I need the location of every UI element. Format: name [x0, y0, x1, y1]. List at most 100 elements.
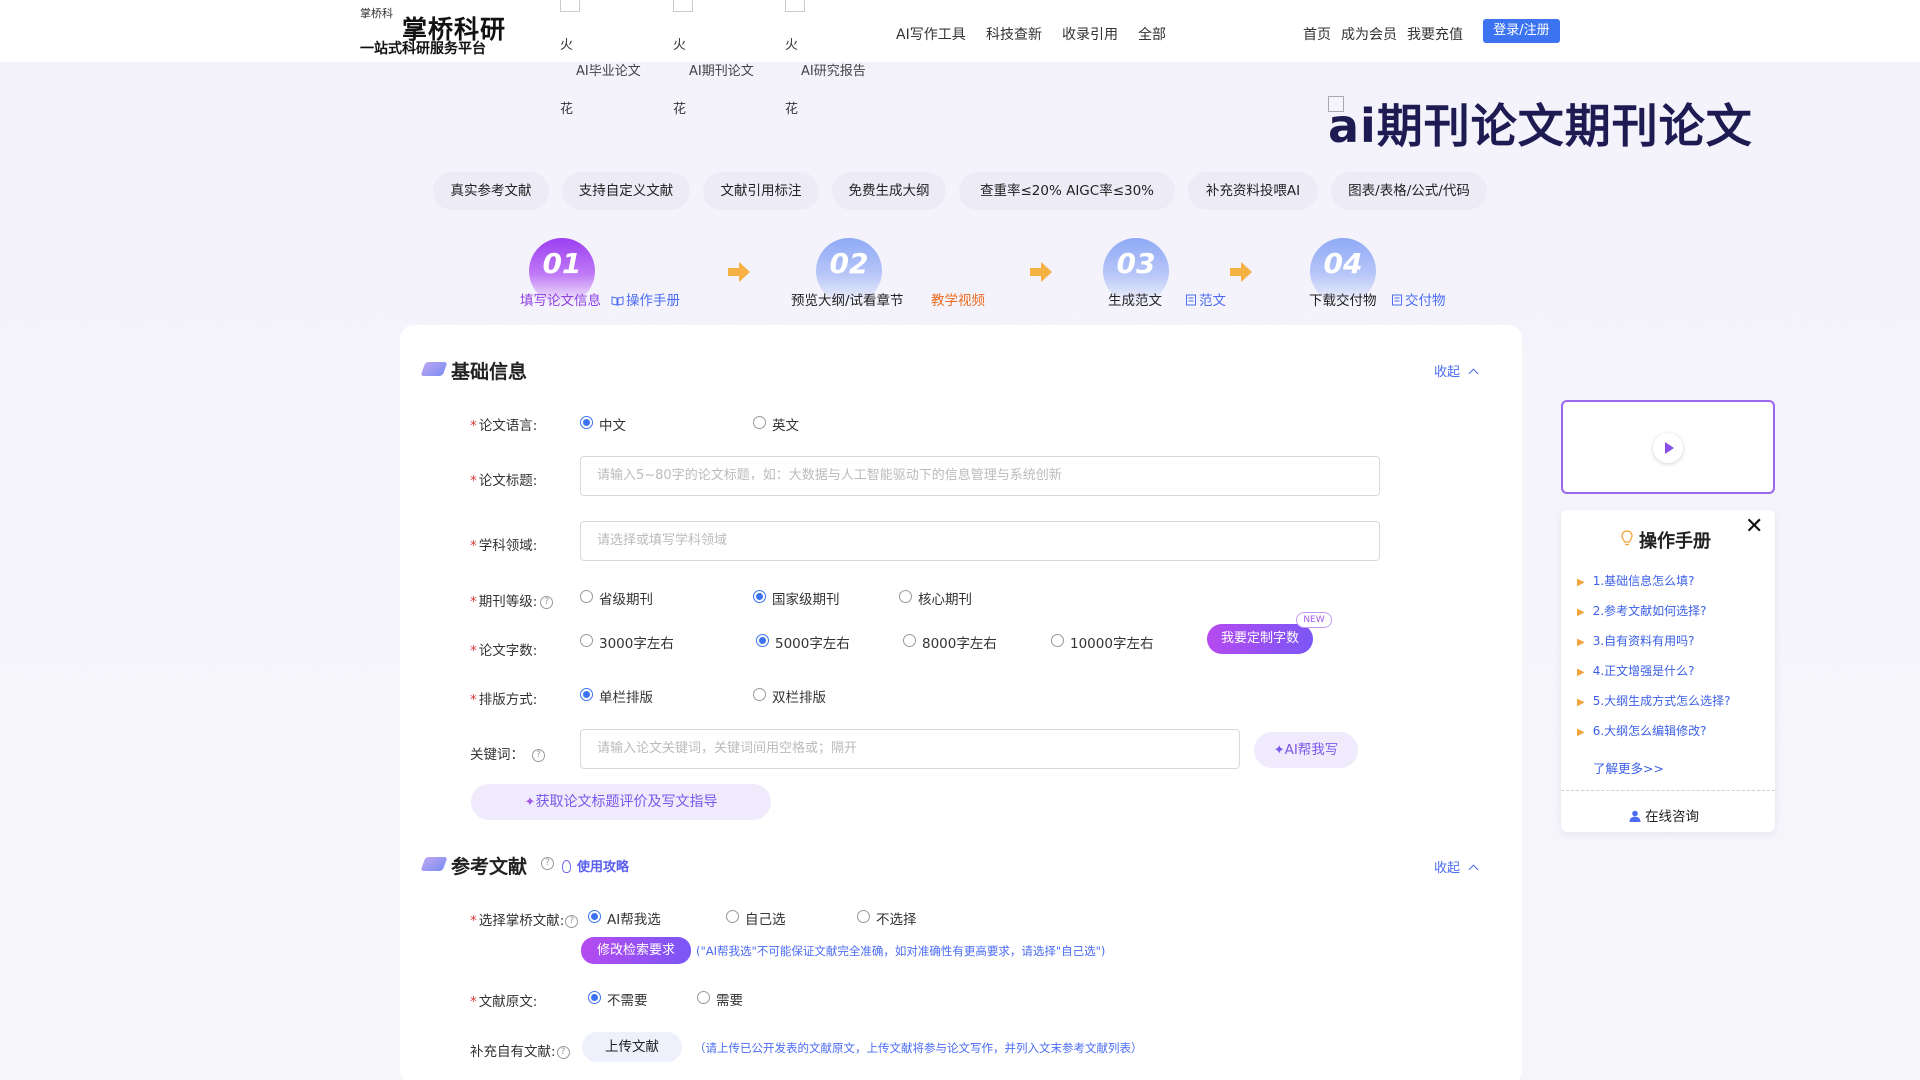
radio-text: 英文: [772, 418, 799, 434]
section-title-references: 参考文献: [451, 856, 528, 878]
manual-item-text: 3.自有资料有用吗?: [1592, 634, 1695, 648]
nav-all[interactable]: 全部: [1138, 24, 1166, 44]
step-link-deliverables[interactable]: 交付物: [1391, 289, 1446, 309]
nav-citation[interactable]: 收录引用: [1062, 24, 1118, 44]
step-link-manual[interactable]: 操作手册: [611, 289, 680, 309]
help-icon[interactable]: ?: [565, 914, 579, 928]
radio-ref-ai-select[interactable]: AI帮我选: [588, 908, 661, 928]
lightbulb-icon: [562, 860, 571, 873]
collapse-basic-button[interactable]: 收起: [1434, 361, 1479, 380]
collapse-references-button[interactable]: 收起: [1434, 857, 1479, 876]
radio-text: 8000字左右: [922, 636, 997, 652]
brand-slogan: 一站式科研服务平台: [360, 41, 486, 57]
manual-item-text: 5.大纲生成方式怎么选择?: [1592, 694, 1731, 708]
fire-icon-alt: 火: [785, 38, 799, 53]
subject-input[interactable]: 请选择或填写学科领域: [580, 521, 1380, 561]
nav-membership[interactable]: 成为会员: [1341, 24, 1397, 44]
logo-image: 掌桥科: [360, 8, 394, 32]
radio-journal-national[interactable]: 国家级期刊: [753, 588, 840, 608]
manual-item[interactable]: ▶ 6.大纲怎么编辑修改?: [1577, 722, 1707, 739]
help-icon[interactable]: ?: [532, 748, 545, 762]
manual-item-text: 6.大纲怎么编辑修改?: [1592, 724, 1707, 738]
feature-tag: 查重率≤20% AIGC率≤30%: [959, 172, 1175, 210]
modify-search-hint: ("AI帮我选"不可能保证文献完全准确，如对准确性有更高要求，请选择"自己选"): [696, 944, 1106, 958]
radio-text: 国家级期刊: [772, 592, 840, 608]
step-label-1: 填写论文信息: [520, 293, 601, 309]
button-text: 获取论文标题评价及写文指导: [535, 794, 718, 810]
radio-dot: [756, 634, 769, 647]
label-text: 文献原文:: [478, 994, 538, 1010]
link-text: 使用攻略: [577, 860, 630, 875]
broken-image-icon: [673, 0, 693, 12]
help-icon[interactable]: ?: [541, 857, 554, 870]
radio-journal-core[interactable]: 核心期刊: [899, 588, 972, 608]
radio-layout-single[interactable]: 单栏排版: [580, 686, 653, 706]
custom-word-count-button[interactable]: 我要定制字数: [1207, 624, 1313, 654]
radio-layout-double[interactable]: 双栏排版: [753, 686, 826, 706]
feature-tag: 真实参考文献: [433, 172, 549, 210]
feature-tag: 免费生成大纲: [832, 172, 946, 210]
modify-search-button[interactable]: 修改检索要求: [581, 937, 691, 964]
radio-text: 双栏排版: [772, 690, 826, 706]
upload-references-button[interactable]: 上传文献: [582, 1032, 682, 1062]
radio-dot: [857, 910, 870, 923]
section-title-basic-info: 基础信息: [451, 361, 528, 383]
step-link-text: 操作手册: [626, 293, 680, 309]
feature-tag: 支持自定义文献: [562, 172, 690, 210]
radio-dot: [753, 590, 766, 603]
sparkle-icon: ✦: [1273, 743, 1285, 758]
lightbulb-icon: [1621, 530, 1633, 546]
required-star: *: [470, 692, 477, 708]
product-tab-graduation-paper[interactable]: 火 AI毕业论文 花: [560, 0, 672, 120]
login-register-button[interactable]: 登录/注册: [1483, 19, 1560, 43]
product-tab-label: AI毕业论文: [576, 64, 641, 79]
keywords-input[interactable]: 请输入论文关键词，关键词间用空格或；隔开: [580, 729, 1240, 769]
learn-more-link[interactable]: 了解更多>>: [1593, 758, 1664, 777]
feature-tag: 图表/表格/公式/代码: [1331, 172, 1487, 210]
radio-original-no[interactable]: 不需要: [588, 989, 648, 1009]
radio-journal-provincial[interactable]: 省级期刊: [580, 588, 653, 608]
play-icon[interactable]: [1653, 433, 1683, 463]
title-evaluation-button[interactable]: ✦获取论文标题评价及写文指导: [471, 784, 771, 820]
paper-title-input[interactable]: 请输入5~80字的论文标题，如：大数据与人工智能驱动下的信息管理与系统创新: [580, 456, 1380, 496]
nav-ai-writing-tools[interactable]: AI写作工具: [896, 24, 966, 44]
manual-item[interactable]: ▶ 5.大纲生成方式怎么选择?: [1577, 692, 1731, 709]
book-icon: [611, 296, 624, 306]
nav-home[interactable]: 首页: [1303, 24, 1331, 44]
help-icon[interactable]: ?: [540, 595, 554, 609]
flower-icon-alt: 花: [673, 102, 687, 117]
radio-original-yes[interactable]: 需要: [697, 989, 743, 1009]
fire-icon-alt: 火: [673, 38, 687, 53]
radio-language-english[interactable]: 英文: [753, 414, 799, 434]
radio-words-5000[interactable]: 5000字左右: [756, 632, 850, 652]
manual-item[interactable]: ▶ 3.自有资料有用吗?: [1577, 632, 1695, 649]
operation-manual-panel: 操作手册 ✕ ▶ 1.基础信息怎么填? ▶ 2.参考文献如何选择? ▶ 3.自有资料有…: [1561, 510, 1775, 832]
radio-ref-none[interactable]: 不选择: [857, 908, 917, 928]
radio-words-3000[interactable]: 3000字左右: [580, 632, 674, 652]
step-link-tutorial-video[interactable]: 教学视频: [931, 289, 985, 309]
tutorial-video-player[interactable]: [1561, 400, 1775, 494]
radio-words-8000[interactable]: 8000字左右: [903, 632, 997, 652]
required-star: *: [470, 418, 477, 434]
nav-recharge[interactable]: 我要充值: [1407, 24, 1463, 44]
manual-item[interactable]: ▶ 4.正文增强是什么?: [1577, 662, 1695, 679]
radio-words-10000[interactable]: 10000字左右: [1051, 632, 1153, 652]
close-icon[interactable]: ✕: [1745, 516, 1763, 538]
select-references-label: * 选择掌桥文献:?: [470, 909, 579, 929]
manual-item[interactable]: ▶ 2.参考文献如何选择?: [1577, 602, 1707, 619]
flower-icon-alt: 花: [560, 102, 574, 117]
step-link-sample[interactable]: 范文: [1185, 289, 1226, 309]
usage-strategy-link[interactable]: 使用攻略: [562, 856, 629, 875]
site-logo[interactable]: 掌桥科 掌桥科研 一站式科研服务平台: [360, 8, 520, 58]
manual-item[interactable]: ▶ 1.基础信息怎么填?: [1577, 572, 1695, 589]
radio-language-chinese[interactable]: 中文: [580, 414, 626, 434]
nav-novelty-search[interactable]: 科技查新: [986, 24, 1042, 44]
ai-write-keywords-button[interactable]: ✦AI帮我写: [1254, 732, 1358, 768]
online-consult-button[interactable]: 在线咨询: [1629, 805, 1699, 825]
help-icon[interactable]: ?: [556, 1045, 570, 1059]
radio-ref-self-select[interactable]: 自己选: [726, 908, 786, 928]
collapse-label: 收起: [1434, 365, 1461, 380]
product-tab-journal-paper[interactable]: 火 AI期刊论文 花: [673, 0, 785, 120]
label-text: 排版方式:: [478, 692, 538, 708]
product-tab-research-report[interactable]: 火 AI研究报告 花: [785, 0, 897, 120]
